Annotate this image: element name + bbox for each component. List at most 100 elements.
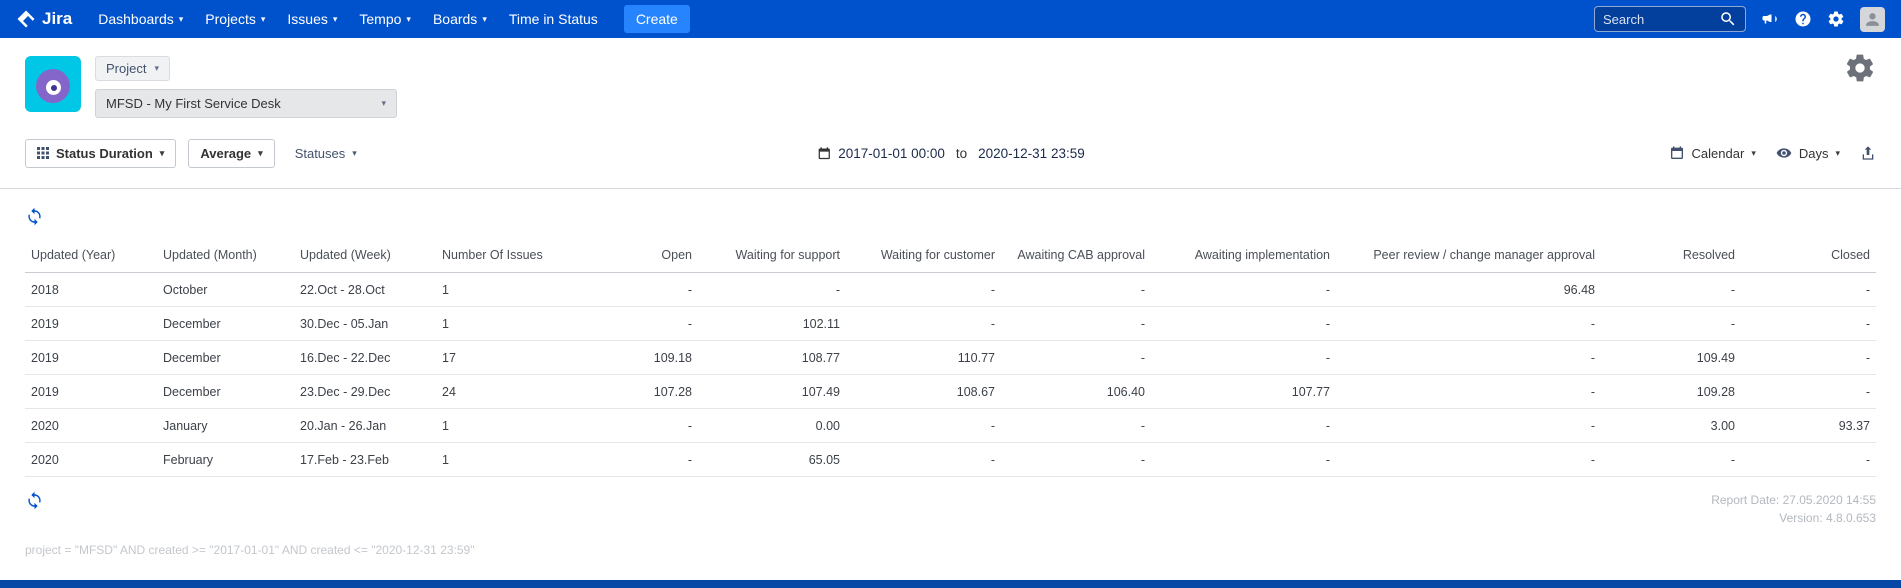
aggregation-button[interactable]: Average ▾ [188,138,275,168]
status-duration-table: Updated (Year) Updated (Month) Updated (We… [25,238,1876,477]
table-cell: - [1151,272,1336,307]
jira-logo[interactable]: Jira [16,9,72,29]
brand-label: Jira [42,9,73,28]
nav-item-time-in-status[interactable]: Time in Status [509,11,598,27]
nav-item-issues[interactable]: Issues ▾ [287,11,337,27]
table-row: 2018 October 22.Oct - 28.Oct 1- - - - -96.48- - [25,272,1876,307]
report-type-button[interactable]: Status Duration ▾ [25,138,177,168]
report-settings-gear-icon[interactable] [1844,52,1876,84]
grid-icon [37,147,49,159]
table-row: 2020 February 17.Feb - 23.Feb 1-65.05- - - - - - [25,442,1876,477]
table-cell: 108.67 [846,374,1001,409]
search-icon[interactable] [1719,10,1737,28]
table-cell: 65.05 [698,442,846,477]
table-cell: - [1001,408,1151,443]
table-row: 2020 January 20.Jan - 26.Jan 1-0.00- - - -3.00… [25,408,1876,443]
nav-item-boards[interactable]: Boards ▾ [433,11,487,27]
table-cell: - [1001,442,1151,477]
table-cell: 107.77 [1151,374,1336,409]
table-cell: 107.49 [698,374,846,409]
table-cell: - [1601,306,1741,341]
search-input[interactable] [1603,11,1713,27]
table-cell: - [1151,340,1336,375]
nav-item-projects[interactable]: Projects ▾ [205,11,265,27]
date-to: 2020-12-31 23:59 [978,145,1085,161]
statuses-dropdown[interactable]: Statuses ▾ [287,140,365,167]
table-cell: - [1741,272,1876,307]
table-cell: 0.00 [698,408,846,443]
jira-logo-icon [17,10,35,28]
table-cell: - [1336,306,1601,341]
report-toolbar: Status Duration ▾ Average ▾ Statuses ▾ 2… [25,136,1876,170]
bottom-bar [0,580,1901,588]
table-cell: 1 [436,272,608,307]
table-row: 2019 December 30.Dec - 05.Jan 1-102.11- - - - -… [25,306,1876,341]
table-cell: 1 [436,306,608,341]
table-cell: - [698,272,846,307]
project-header: Project ▾ MFSD - My First Service Desk ▾ [25,38,1876,118]
report-date: Report Date: 27.05.2020 14:55 [1711,493,1876,507]
table-cell: 108.77 [698,340,846,375]
column-header: Waiting for support [698,238,846,273]
column-header: Number Of Issues [436,238,608,273]
chevron-down-icon: ▾ [159,147,165,158]
table-cell: 2019 [25,340,157,375]
table-header-row: Updated (Year) Updated (Month) Updated (We… [25,238,1876,273]
table-cell: 24 [436,374,608,409]
table-cell: October [157,272,294,307]
column-header: Open [608,238,698,273]
table-cell: - [846,408,1001,443]
table-cell: 16.Dec - 22.Dec [294,340,436,375]
table-cell: 23.Dec - 29.Dec [294,374,436,409]
user-avatar[interactable] [1860,6,1885,32]
chevron-down-icon: ▾ [332,13,338,24]
table-cell: - [1336,408,1601,443]
table-cell: - [1336,442,1601,477]
table-cell: 1 [436,442,608,477]
column-header: Updated (Year) [25,238,157,273]
table-cell: - [846,306,1001,341]
table-cell: - [1741,374,1876,409]
unit-dropdown[interactable]: Days ▾ [1776,139,1840,167]
table-cell: 2020 [25,408,157,443]
refresh-icon[interactable] [25,491,44,510]
export-icon[interactable] [1860,145,1876,161]
table-cell: - [1001,340,1151,375]
project-scope-dropdown[interactable]: Project ▾ [95,56,170,81]
nav-item-dashboards[interactable]: Dashboards ▾ [98,11,183,27]
table-cell: - [1336,340,1601,375]
date-to-word: to [955,145,968,161]
table-cell: - [1741,306,1876,341]
date-range-picker[interactable]: 2017-01-01 00:00 to 2020-12-31 23:59 [816,145,1085,161]
chevron-down-icon: ▾ [178,13,184,24]
calendar-icon [1670,146,1683,159]
refresh-icon[interactable] [25,207,44,226]
announcement-icon[interactable] [1761,10,1779,28]
table-cell: 93.37 [1741,408,1876,443]
chevron-down-icon: ▾ [260,13,266,24]
search-box[interactable] [1594,6,1746,32]
table-cell: 2020 [25,442,157,477]
version: Version: 4.8.0.653 [1779,511,1876,525]
column-header: Awaiting implementation [1151,238,1336,273]
table-cell: - [1151,408,1336,443]
table-cell: December [157,374,294,409]
help-icon[interactable] [1794,10,1812,28]
table-cell: 30.Dec - 05.Jan [294,306,436,341]
table-cell: - [1741,340,1876,375]
table-row: 2019 December 23.Dec - 29.Dec 24 107.28 107.4… [25,374,1876,409]
table-cell: 106.40 [1001,374,1151,409]
calendar-dropdown[interactable]: Calendar ▾ [1669,139,1756,167]
chevron-down-icon: ▾ [1835,147,1840,158]
column-header: Updated (Week) [294,238,436,273]
table-cell: - [1741,442,1876,477]
table-cell: January [157,408,294,443]
table-cell: - [1151,306,1336,341]
table-cell: 1 [436,408,608,443]
gear-icon[interactable] [1827,10,1845,28]
nav-item-tempo[interactable]: Tempo ▾ [359,11,411,27]
table-cell: 17 [436,340,608,375]
table-cell: 102.11 [698,306,846,341]
project-select[interactable]: MFSD - My First Service Desk ▾ [95,89,397,118]
create-button[interactable]: Create [623,5,690,33]
